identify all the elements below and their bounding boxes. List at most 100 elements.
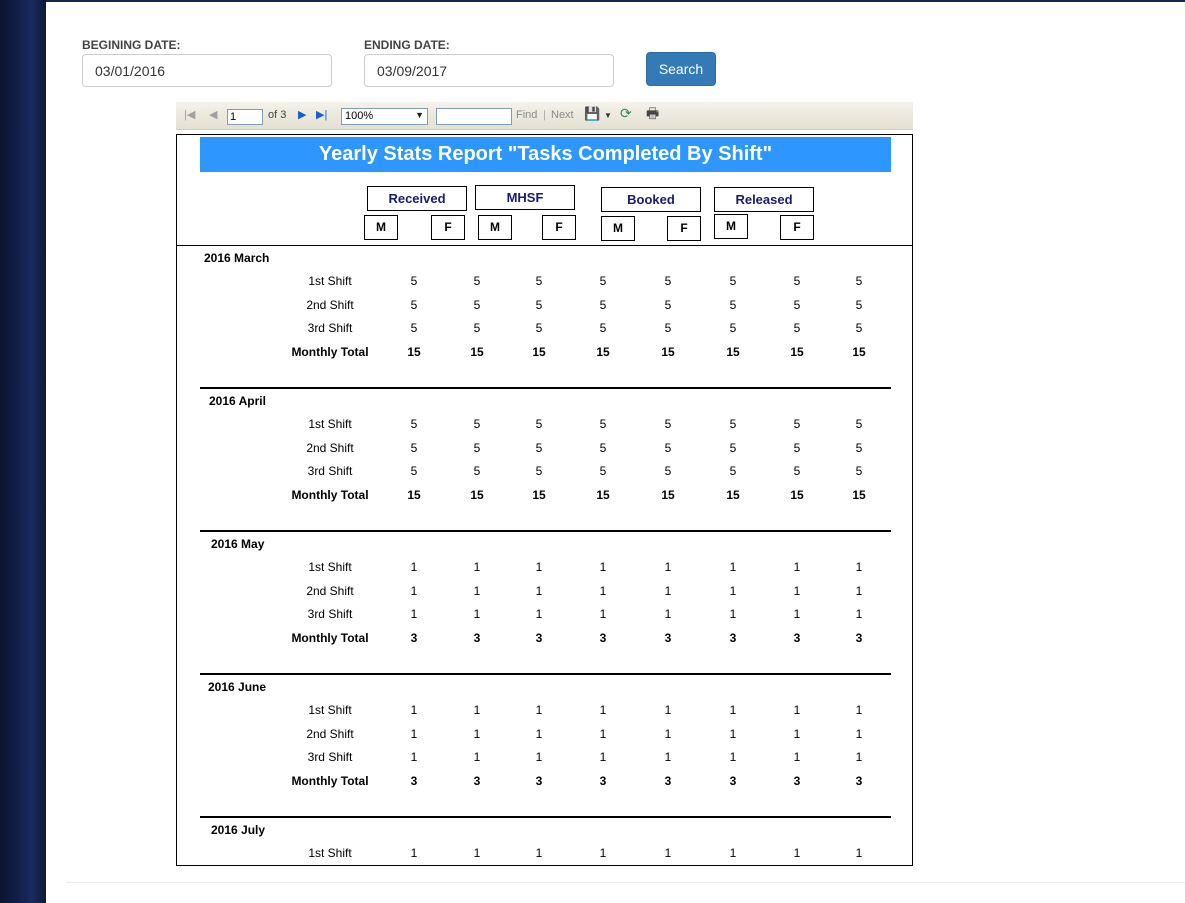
last-page-icon[interactable]: ▶| [316, 108, 327, 122]
table-cell: 1 [793, 726, 801, 741]
table-cell: 1 [855, 750, 863, 764]
find-link[interactable]: Find [516, 109, 537, 121]
table-cell: 1 [599, 703, 607, 717]
zoom-select[interactable]: 100% ▼ [341, 108, 428, 125]
section-divider [200, 816, 891, 818]
table-cell: 1 [410, 750, 418, 764]
subheader-received-f: F [431, 215, 465, 240]
group-header-mhsf: MHSF [475, 185, 575, 210]
monthly-total-label: Monthly Total [291, 344, 369, 359]
begin-date-input[interactable] [82, 54, 332, 87]
table-cell: 5 [473, 274, 481, 288]
table-cell: 5 [599, 464, 607, 478]
report-page: Yearly Stats Report "Tasks Completed By … [176, 134, 913, 866]
table-cell: 15 [407, 487, 421, 502]
table-cell: 5 [793, 274, 801, 288]
table-cell: 5 [855, 464, 863, 478]
table-cell: 3 [599, 630, 607, 645]
table-cell: 1 [535, 583, 543, 598]
monthly-total-label: Monthly Total [291, 773, 369, 788]
table-cell: 5 [664, 297, 672, 312]
table-cell: 5 [855, 297, 863, 312]
next-page-icon[interactable]: ▶ [298, 108, 306, 122]
table-cell: 1 [729, 726, 737, 741]
chevron-down-icon: ▼ [415, 110, 424, 120]
table-cell: 3 [793, 630, 801, 645]
table-cell: 1 [599, 560, 607, 574]
refresh-icon[interactable]: ⟳ [620, 106, 632, 120]
table-cell: 5 [535, 274, 543, 288]
table-cell: 3 [473, 630, 481, 645]
table-cell: 15 [407, 344, 421, 359]
export-icon[interactable]: 💾 [584, 107, 600, 121]
subheader-booked-f: F [667, 216, 701, 241]
table-cell: 1 [410, 703, 418, 717]
group-header-released: Released [714, 187, 814, 212]
print-icon[interactable]: 🖶 [646, 106, 659, 120]
table-cell: 15 [790, 344, 804, 359]
table-cell: 15 [596, 344, 610, 359]
table-cell: 5 [793, 440, 801, 455]
shift-label: 2nd Shift [306, 726, 354, 741]
table-cell: 1 [855, 560, 863, 574]
table-cell: 5 [664, 321, 672, 335]
table-cell: 5 [729, 417, 737, 431]
end-date-input[interactable] [364, 54, 614, 87]
toolbar-separator: | [543, 109, 546, 121]
table-cell: 15 [726, 344, 740, 359]
shift-label: 3rd Shift [307, 464, 353, 478]
table-cell: 15 [790, 487, 804, 502]
table-cell: 1 [793, 583, 801, 598]
find-text-input[interactable] [436, 108, 512, 125]
table-cell: 1 [599, 726, 607, 741]
shift-label: 3rd Shift [307, 321, 353, 335]
table-cell: 1 [599, 607, 607, 621]
table-cell: 1 [473, 703, 481, 717]
table-cell: 5 [729, 274, 737, 288]
table-cell: 5 [664, 440, 672, 455]
prev-page-icon[interactable]: ◀ [209, 108, 217, 122]
table-cell: 5 [599, 321, 607, 335]
month-label: 2016 March [204, 251, 270, 265]
table-cell: 5 [855, 274, 863, 288]
group-header-booked: Booked [601, 187, 701, 212]
table-cell: 15 [661, 344, 675, 359]
export-dropdown-chevron-icon[interactable]: ▼ [604, 109, 612, 123]
table-cell: 15 [532, 344, 546, 359]
table-cell: 5 [793, 297, 801, 312]
zoom-value: 100% [345, 110, 374, 122]
table-cell: 1 [855, 846, 863, 860]
section-divider [200, 673, 891, 675]
table-cell: 1 [473, 726, 481, 741]
shift-label: 3rd Shift [307, 607, 353, 621]
month-label: 2016 July [211, 823, 266, 837]
table-cell: 1 [410, 560, 418, 574]
table-cell: 3 [599, 773, 607, 788]
search-button[interactable]: Search [646, 52, 716, 86]
table-cell: 1 [793, 703, 801, 717]
table-cell: 1 [535, 846, 543, 860]
first-page-icon[interactable]: |◀ [184, 108, 195, 122]
section-divider [200, 387, 891, 389]
month-label: 2016 April [209, 394, 266, 408]
table-cell: 3 [855, 630, 863, 645]
table-cell: 1 [473, 560, 481, 574]
table-cell: 5 [729, 321, 737, 335]
table-cell: 1 [729, 750, 737, 764]
table-cell: 5 [599, 440, 607, 455]
table-cell: 1 [599, 750, 607, 764]
table-cell: 1 [473, 750, 481, 764]
table-cell: 1 [535, 750, 543, 764]
table-cell: 1 [855, 607, 863, 621]
end-date-label: ENDING DATE: [364, 38, 450, 52]
table-cell: 3 [473, 773, 481, 788]
next-link[interactable]: Next [551, 109, 574, 121]
table-cell: 5 [410, 321, 418, 335]
table-cell: 1 [664, 607, 672, 621]
page-number-input[interactable]: 1 [227, 109, 263, 125]
table-cell: 5 [793, 464, 801, 478]
table-cell: 5 [855, 440, 863, 455]
table-cell: 1 [664, 560, 672, 574]
shift-label: 2nd Shift [306, 583, 354, 598]
table-cell: 5 [535, 417, 543, 431]
